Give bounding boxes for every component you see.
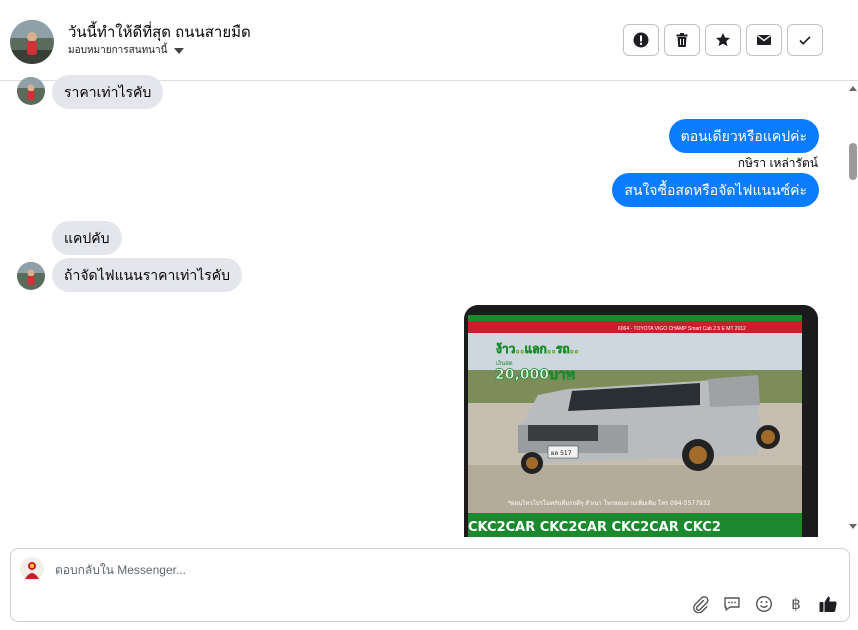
outgoing-message: สนใจซื้อสดหรือจัดไฟแนนซ์ค่ะ bbox=[612, 173, 819, 207]
contact-avatar[interactable] bbox=[10, 20, 54, 64]
attach-button[interactable] bbox=[689, 593, 711, 615]
contact-name: วันนี้ทำให้ดีที่สุด ถนนสายมืด bbox=[68, 24, 251, 41]
reply-composer: ฿ bbox=[10, 548, 850, 622]
outgoing-message: ตอนเดียวหรือแคปค่ะ bbox=[668, 119, 819, 153]
incoming-message: ราคาเท่าไรคับ bbox=[52, 75, 164, 109]
incoming-message: ถ้าจัดไฟแนนราคาเท่าไรคับ bbox=[52, 258, 243, 292]
scroll-up-arrow-icon[interactable] bbox=[849, 86, 857, 91]
ad-price: 20,000บาท bbox=[495, 367, 575, 383]
assign-label: มอบหมายการสนทนานี้ bbox=[68, 45, 168, 56]
conversation-header: วันนี้ทำให้ดีที่สุด ถนนสายมืด มอบหมายการ… bbox=[0, 0, 858, 81]
license-plate: ผล 517 bbox=[551, 450, 572, 457]
saved-replies-button[interactable] bbox=[721, 593, 743, 615]
car-model-label: 6064 - TOYOTA VIGO CHAMP Smart Cab 2.5 E… bbox=[618, 326, 746, 332]
saved-reply-icon bbox=[724, 597, 740, 611]
trash-icon bbox=[676, 33, 688, 47]
reply-input[interactable] bbox=[55, 563, 655, 577]
image-attachment[interactable]: 6064 - TOYOTA VIGO CHAMP Smart Cab 2.5 E… bbox=[464, 305, 818, 537]
header-actions bbox=[623, 24, 823, 56]
delete-button[interactable] bbox=[664, 24, 700, 56]
page-avatar bbox=[20, 557, 44, 581]
ad-price-prefix: เงินสด bbox=[496, 360, 513, 367]
mail-icon bbox=[757, 34, 771, 45]
assign-conversation-dropdown[interactable]: มอบหมายการสนทนานี้ bbox=[68, 43, 185, 58]
payment-button[interactable]: ฿ bbox=[785, 593, 807, 615]
contact-avatar-small bbox=[17, 262, 45, 290]
mark-spam-button[interactable] bbox=[623, 24, 659, 56]
star-icon bbox=[716, 33, 730, 47]
like-icon bbox=[819, 596, 837, 613]
caret-down-icon bbox=[174, 47, 185, 54]
ad-headline: ง้าว..แลก..รถ.. bbox=[496, 342, 579, 356]
composer-tools: ฿ bbox=[689, 593, 839, 615]
sender-name: กษิรา เหล่ารัตน์ bbox=[737, 156, 818, 170]
scrollbar-thumb[interactable] bbox=[849, 143, 857, 180]
ad-brand-strip: CKC2CAR CKC2CAR CKC2CAR CKC2 bbox=[468, 520, 721, 535]
emoji-button[interactable] bbox=[753, 593, 775, 615]
star-button[interactable] bbox=[705, 24, 741, 56]
check-icon bbox=[799, 36, 811, 45]
mark-unread-button[interactable] bbox=[746, 24, 782, 56]
car-advertisement-image: 6064 - TOYOTA VIGO CHAMP Smart Cab 2.5 E… bbox=[468, 315, 802, 537]
scroll-down-arrow-icon[interactable] bbox=[849, 524, 857, 529]
mark-done-button[interactable] bbox=[787, 24, 823, 56]
incoming-message: แคปคับ bbox=[52, 221, 122, 255]
paperclip-icon bbox=[693, 596, 709, 613]
like-button[interactable] bbox=[817, 593, 839, 615]
ad-contact: *ผ่อนไหวโปรโมทกับทีมรถดีๆ สำเนา โทรสอบถา… bbox=[508, 499, 711, 507]
emoji-icon bbox=[755, 595, 773, 613]
baht-icon: ฿ bbox=[791, 595, 801, 613]
contact-avatar-small bbox=[17, 77, 45, 105]
alert-icon bbox=[633, 32, 649, 48]
